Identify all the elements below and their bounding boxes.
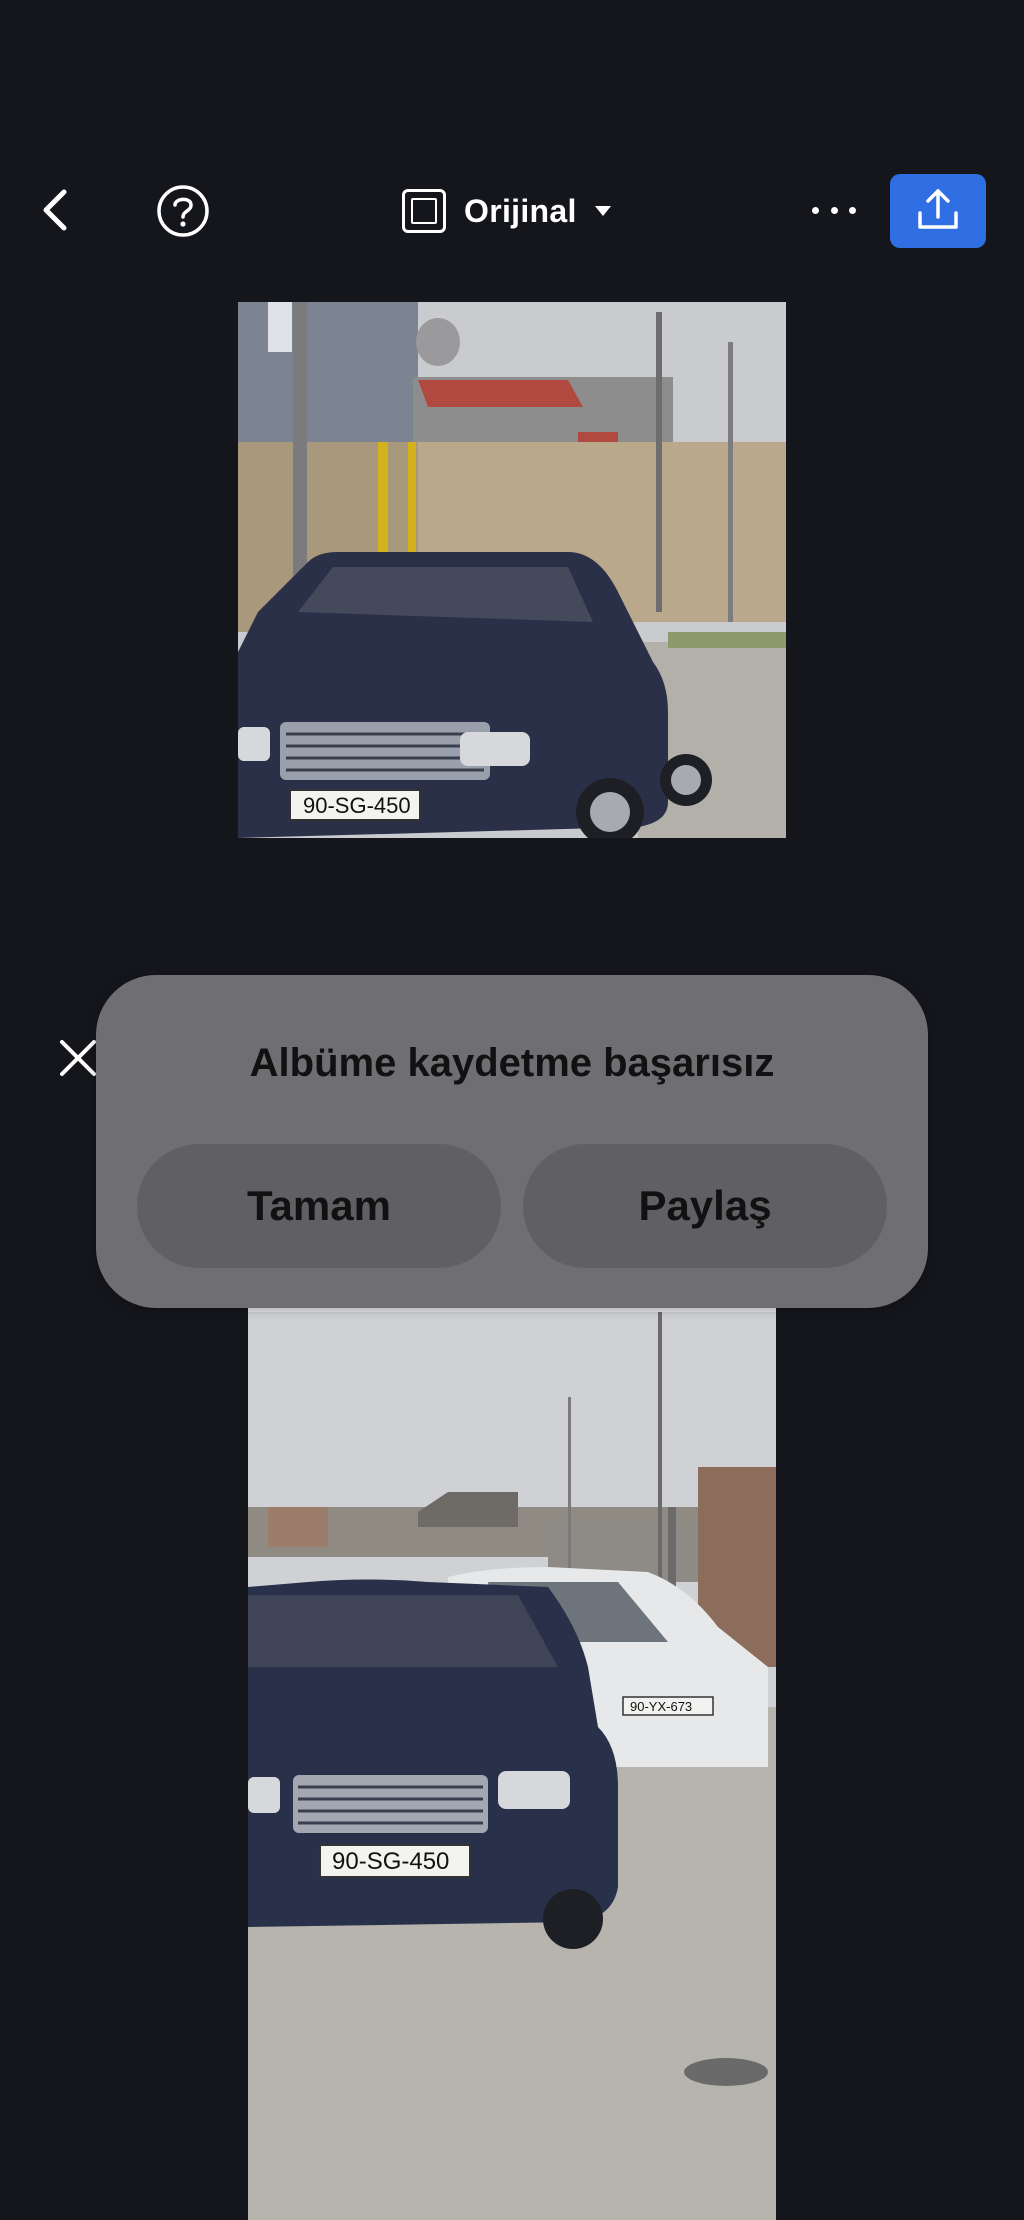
share-upload-icon — [918, 189, 958, 229]
save-failed-dialog: Albüme kaydetme başarısız Tamam Paylaş — [96, 975, 928, 1308]
square-frame-icon — [402, 189, 446, 233]
close-icon[interactable] — [56, 1036, 100, 1080]
top-toolbar: Orijinal — [0, 170, 1024, 250]
aspect-ratio-label: Orijinal — [464, 192, 577, 229]
ok-button[interactable]: Tamam — [137, 1144, 501, 1268]
chevron-left-icon[interactable] — [36, 188, 76, 232]
preview-image-bottom: 90-YX-673 90-SG-450 — [248, 1287, 776, 2220]
plate-text-bottom-2: 90-YX-673 — [630, 1699, 692, 1714]
plate-text-top: 90-SG-450 — [303, 793, 411, 818]
share-button[interactable] — [890, 174, 986, 248]
caret-down-icon — [594, 206, 611, 216]
share-dialog-button[interactable]: Paylaş — [523, 1144, 887, 1268]
preview-image-top: 90-SG-450 — [238, 302, 786, 838]
ellipsis-icon[interactable] — [812, 188, 856, 232]
plate-text-bottom: 90-SG-450 — [332, 1848, 449, 1875]
dialog-title: Albüme kaydetme başarısız — [249, 1041, 775, 1085]
question-circle-icon[interactable] — [156, 184, 210, 238]
aspect-ratio-selector[interactable]: Orijinal — [402, 184, 611, 238]
